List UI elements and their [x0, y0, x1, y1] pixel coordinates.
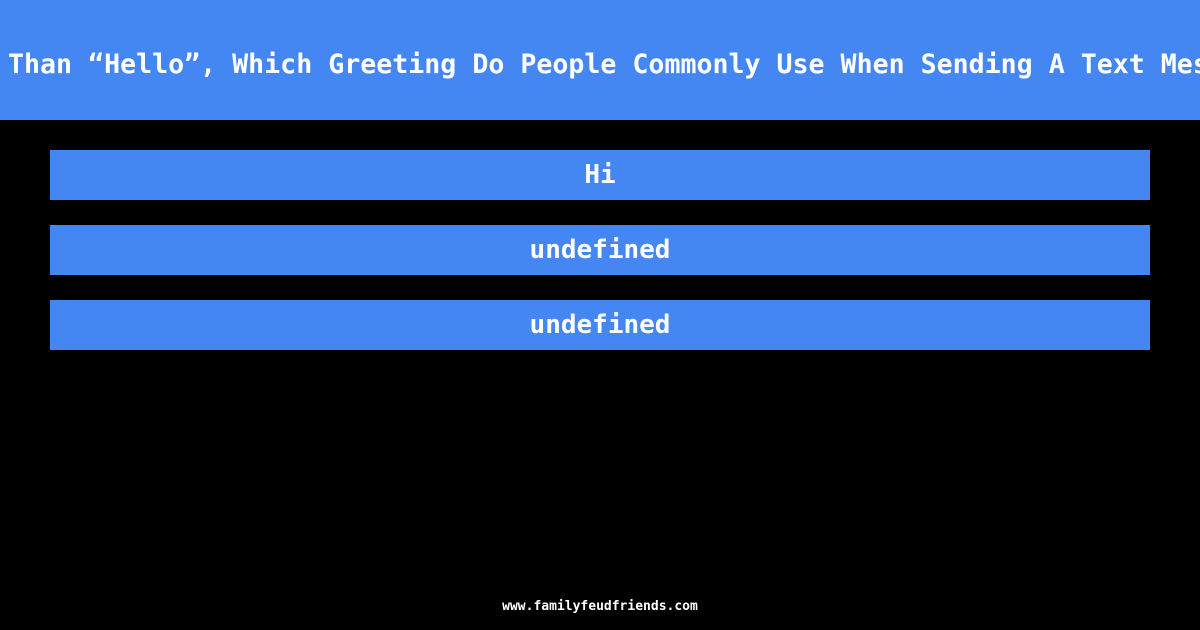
- answer-bar: Hi: [50, 150, 1150, 200]
- question-text: Than “Hello”, Which Greeting Do People C…: [8, 49, 1200, 80]
- site-url: www.familyfeudfriends.com: [502, 599, 698, 614]
- answer-bar: undefined: [50, 225, 1150, 275]
- question-banner: Than “Hello”, Which Greeting Do People C…: [0, 0, 1200, 120]
- answer-bar: undefined: [50, 300, 1150, 350]
